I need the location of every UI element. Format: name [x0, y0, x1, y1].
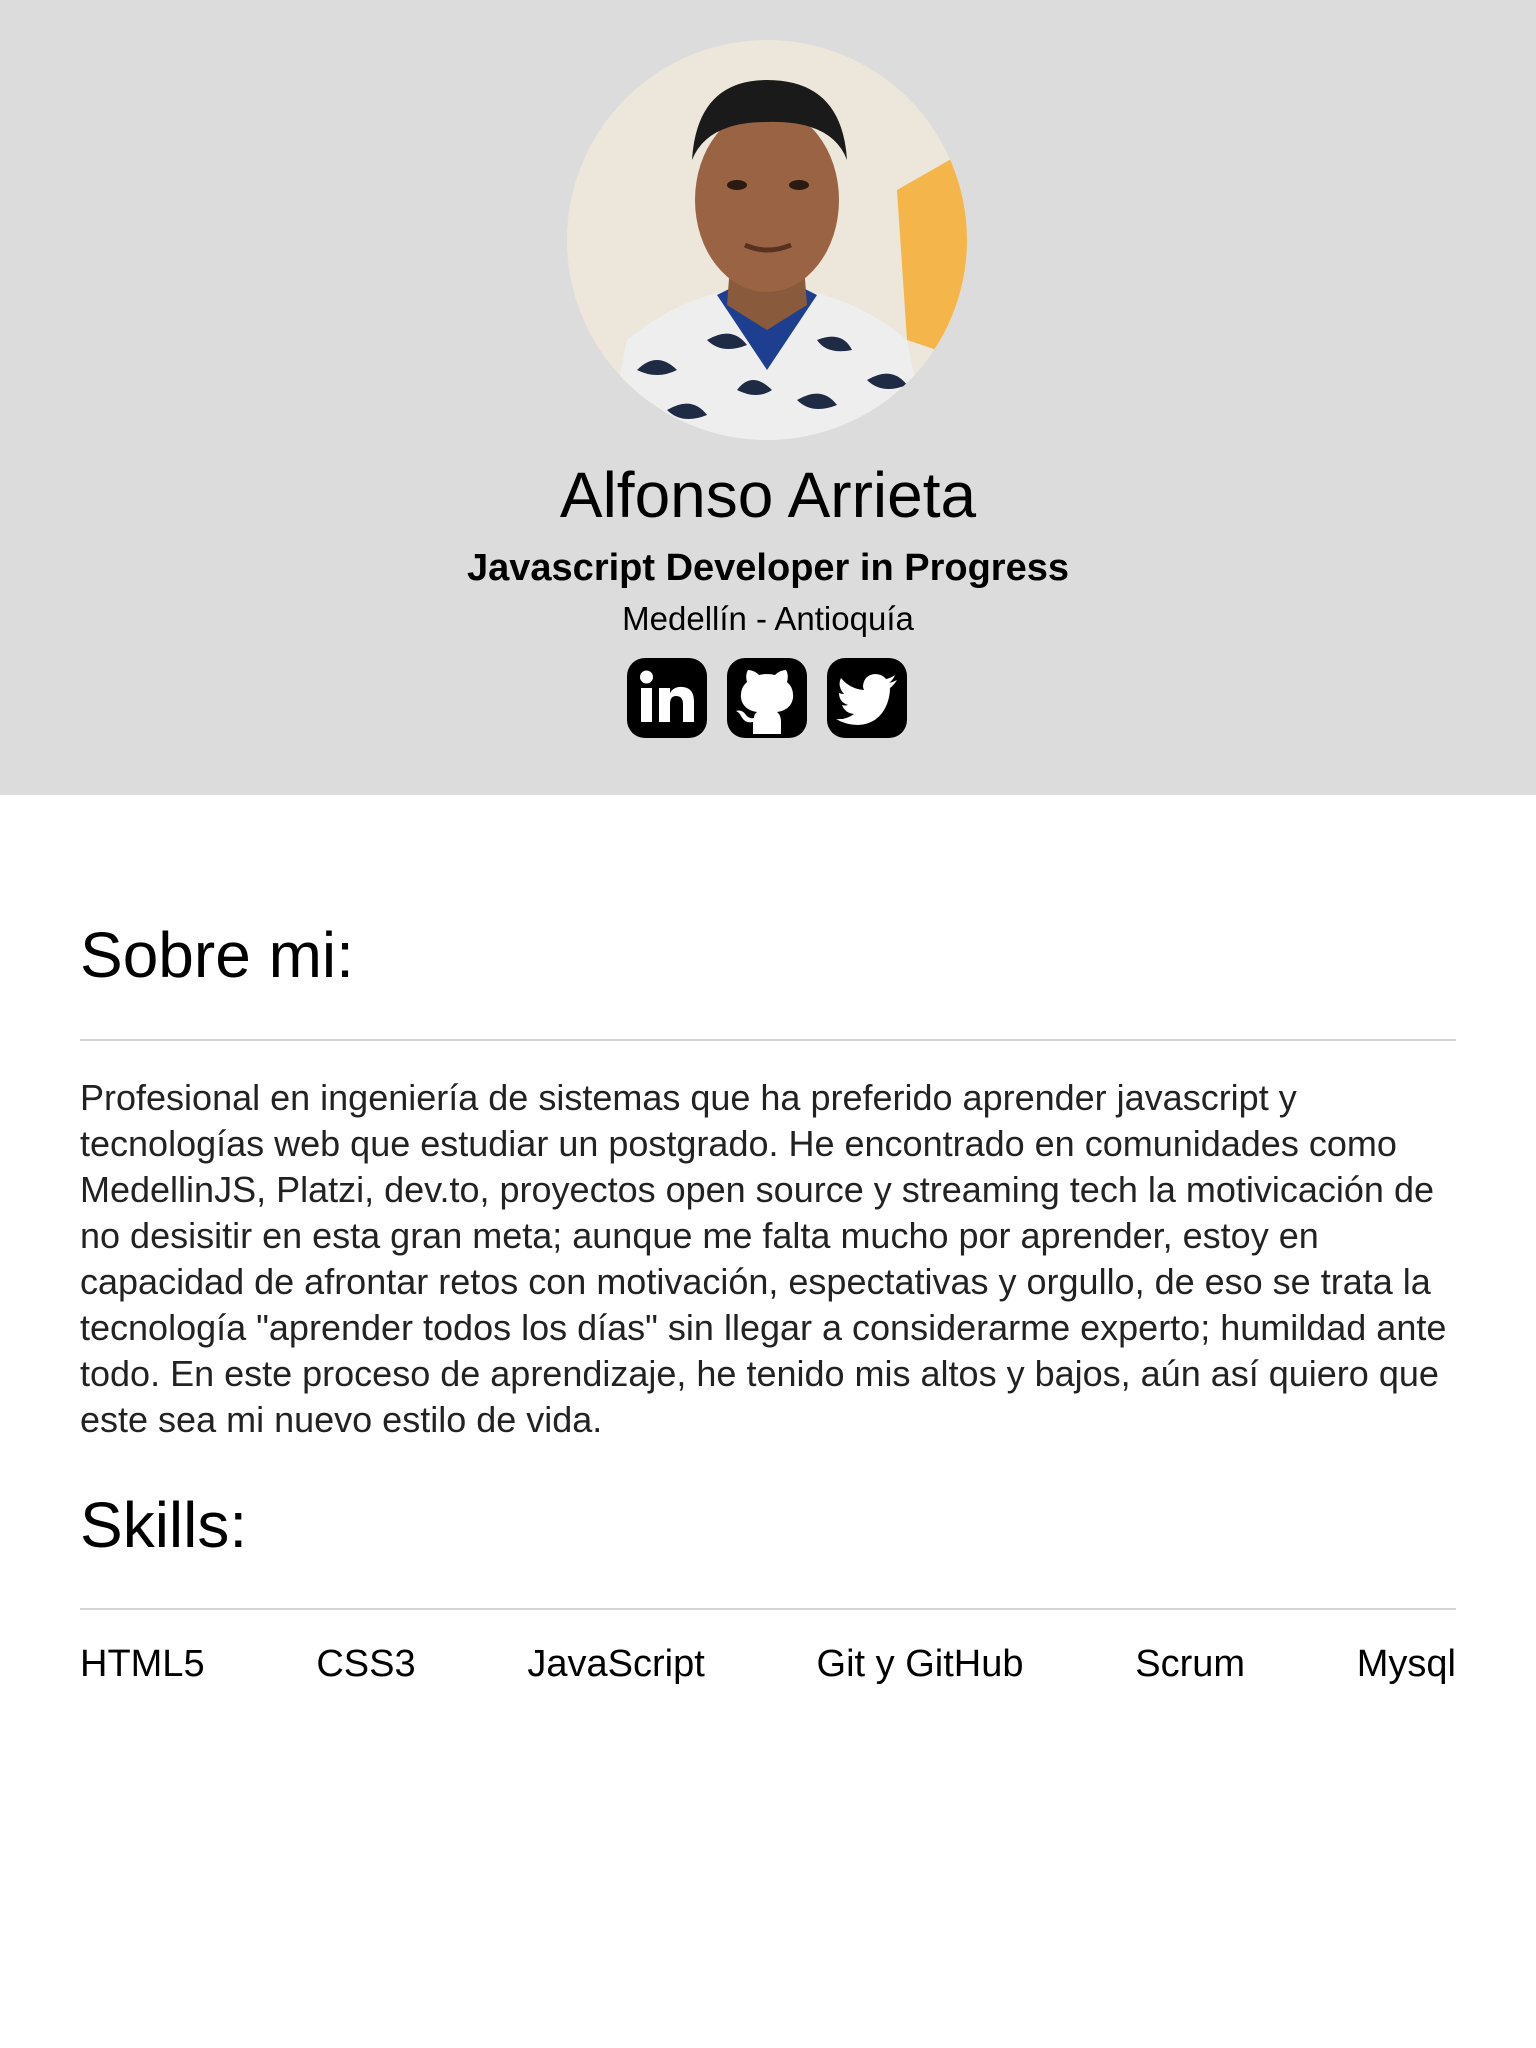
linkedin-icon: [640, 670, 694, 722]
profile-role: Javascript Developer in Progress: [467, 547, 1069, 589]
skill-item: CSS3: [316, 1643, 416, 1685]
skill-item: HTML5: [80, 1643, 205, 1685]
avatar: [567, 40, 967, 440]
skill-item: JavaScript: [527, 1643, 705, 1685]
avatar-photo: [567, 40, 967, 440]
skills-list: HTML5 CSS3 JavaScript Git y GitHub Scrum…: [80, 1639, 1456, 1689]
profile-location: Medellín - Antioquía: [622, 600, 914, 637]
skills-divider: [80, 1608, 1456, 1610]
github-link[interactable]: [727, 658, 807, 738]
skills-title: Skills:: [80, 1489, 248, 1561]
linkedin-link[interactable]: [627, 658, 707, 738]
github-icon: [736, 670, 794, 734]
skill-item: Git y GitHub: [816, 1643, 1024, 1685]
about-title: Sobre mi:: [80, 919, 354, 991]
skill-item: Scrum: [1135, 1643, 1246, 1685]
skill-item: Mysql: [1356, 1643, 1456, 1685]
about-divider: [80, 1039, 1456, 1041]
profile-header: Alfonso Arrieta Javascript Developer in …: [0, 0, 1536, 795]
twitter-icon: [836, 674, 897, 725]
profile-name: Alfonso Arrieta: [559, 459, 977, 531]
about-text: Profesional en ingeniería de sistemas qu…: [80, 1077, 1447, 1440]
twitter-link[interactable]: [827, 658, 907, 738]
social-links: [627, 658, 909, 738]
